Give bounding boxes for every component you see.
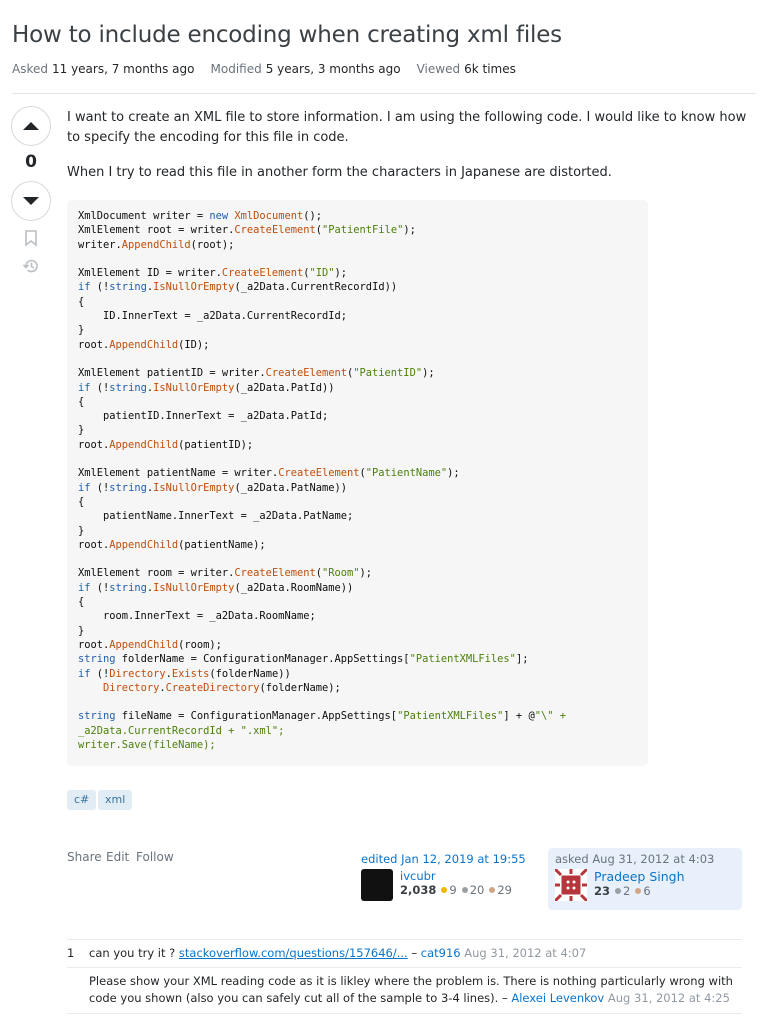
code-line: XmlElement ID = writer.CreateElement("ID…	[78, 267, 348, 280]
comment-divider	[67, 1013, 742, 1014]
code-line: room.InnerText = _a2Data.RoomName;	[78, 610, 316, 623]
comment-user[interactable]: cat916	[421, 946, 461, 960]
code-line: XmlDocument writer = new XmlDocument();	[78, 210, 323, 222]
history-icon[interactable]	[22, 257, 40, 275]
comment-date[interactable]: Aug 31, 2012 at 4:25	[604, 991, 730, 1005]
vote-count: 0	[25, 152, 37, 172]
code-line: patientID.InnerText = _a2Data.PatId;	[78, 410, 329, 423]
tag-csharp[interactable]: c#	[67, 790, 97, 810]
meta-asked: Asked 11 years, 7 months ago	[12, 62, 195, 76]
code-line: writer.AppendChild(root);	[78, 238, 235, 251]
question-paragraph: When I try to read this file in another …	[67, 165, 612, 180]
code-line: string fileName = ConfigurationManager.A…	[78, 710, 566, 723]
code-line: if (!string.IsNullOrEmpty(_a2Data.Curren…	[78, 281, 398, 294]
code-line: XmlElement root = writer.CreateElement("…	[78, 224, 416, 237]
tag-xml[interactable]: xml	[98, 790, 133, 810]
code-line: root.AppendChild(patientName);	[78, 538, 266, 551]
question-paragraph: I want to create an XML file to store in…	[67, 110, 747, 145]
code-line: root.AppendChild(patientID);	[78, 438, 254, 451]
code-line: XmlElement patientID = writer.CreateElem…	[78, 367, 435, 380]
edit-link[interactable]: Edit	[106, 850, 129, 864]
code-line: if (!string.IsNullOrEmpty(_a2Data.RoomNa…	[78, 581, 354, 594]
comment: Please show your XML reading code as it …	[89, 974, 733, 1005]
code-line: Directory.CreateDirectory(folderName);	[103, 681, 341, 694]
editor-name[interactable]: ivcubr	[400, 869, 512, 883]
code-line: {	[78, 495, 85, 508]
bookmark-icon[interactable]	[22, 229, 40, 247]
code-line: XmlElement patientName = writer.CreateEl…	[78, 467, 460, 480]
owner-rep: 23 2 6	[594, 884, 651, 898]
code-line: }	[78, 624, 85, 637]
question-meta: Asked 11 years, 7 months ago Modified 5 ye…	[12, 62, 516, 76]
owner-avatar[interactable]	[555, 869, 587, 901]
code-line: {	[78, 395, 85, 408]
meta-modified[interactable]: Modified 5 years, 3 months ago	[211, 62, 401, 76]
comment-divider	[67, 967, 742, 968]
owner-name[interactable]: Pradeep Singh	[594, 869, 685, 884]
comment-divider	[67, 939, 742, 940]
share-link[interactable]: Share	[67, 850, 102, 864]
code-block: XmlDocument writer = new XmlDocument(); X…	[67, 200, 648, 766]
code-line: if (!Directory.Exists(folderName))	[78, 667, 291, 680]
code-line: patientName.InnerText = _a2Data.PatName;	[78, 510, 354, 523]
code-line: }	[78, 324, 85, 337]
comment: can you try it ? stackoverflow.com/quest…	[89, 946, 587, 960]
arrow-down-icon	[23, 197, 39, 205]
code-line: root.AppendChild(room);	[78, 638, 222, 651]
divider	[12, 93, 756, 94]
editor-card: edited Jan 12, 2019 at 19:55 ivcubr 2,03…	[356, 848, 536, 908]
code-line: {	[78, 295, 85, 308]
code-line: string folderName = ConfigurationManager…	[78, 653, 529, 666]
code-line: _a2Data.CurrentRecordId + ".xml";	[78, 724, 285, 737]
editor-avatar[interactable]	[361, 869, 393, 901]
code-line: {	[78, 596, 85, 609]
code-line: XmlElement room = writer.CreateElement("…	[78, 567, 373, 580]
asked-date: asked Aug 31, 2012 at 4:03	[555, 852, 715, 866]
follow-link[interactable]: Follow	[136, 850, 174, 864]
owner-card: asked Aug 31, 2012 at 4:03 Pradeep Singh…	[548, 848, 742, 910]
code-line: if (!string.IsNullOrEmpty(_a2Data.PatNam…	[78, 481, 348, 494]
meta-viewed: Viewed 6k times	[416, 62, 516, 76]
upvote-button[interactable]	[11, 106, 51, 146]
code-line: }	[78, 524, 85, 537]
question-title[interactable]: How to include encoding when creating xm…	[12, 22, 562, 48]
code-line: writer.Save(fileName);	[78, 738, 216, 751]
downvote-button[interactable]	[11, 181, 51, 221]
code-line: if (!string.IsNullOrEmpty(_a2Data.PatId)…	[78, 381, 335, 394]
comment-date[interactable]: Aug 31, 2012 at 4:07	[461, 946, 586, 960]
comment-link[interactable]: stackoverflow.com/questions/157646/...	[179, 946, 408, 960]
editor-rep: 2,038 9 20 29	[400, 883, 512, 897]
comment-score: 1	[67, 946, 75, 960]
comment-user[interactable]: Alexei Levenkov	[511, 991, 604, 1005]
code-line: ID.InnerText = _a2Data.CurrentRecordId;	[78, 310, 347, 323]
arrow-up-icon	[23, 122, 39, 130]
code-line: }	[78, 424, 85, 437]
code-line: root.AppendChild(ID);	[78, 338, 210, 351]
edited-date[interactable]: edited Jan 12, 2019 at 19:55	[361, 852, 531, 866]
